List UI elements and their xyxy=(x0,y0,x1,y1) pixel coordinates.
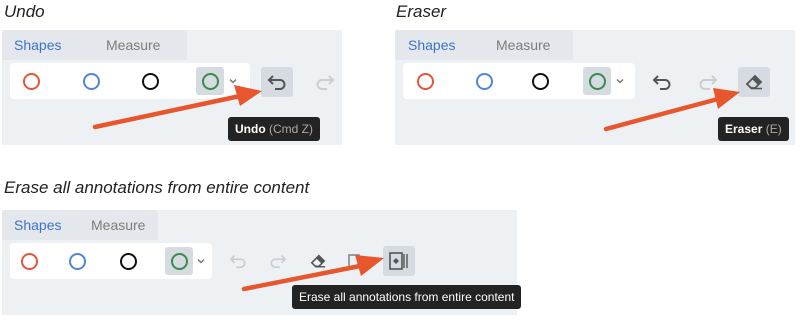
green-circle-tool[interactable] xyxy=(165,247,193,275)
black-circle-tool[interactable] xyxy=(114,247,142,275)
green-circle-tool-icon xyxy=(170,252,188,270)
red-circle-tool-icon xyxy=(20,252,38,270)
caption-undo: Undo xyxy=(4,2,45,21)
red-circle-tool[interactable] xyxy=(15,247,43,275)
tooltip-erase-all: Erase all annotations from entire conten… xyxy=(292,285,522,309)
red-circle-tool[interactable] xyxy=(17,67,45,95)
blue-circle-tool-icon xyxy=(475,72,493,90)
blue-circle-tool[interactable] xyxy=(470,67,498,95)
tab-measure[interactable]: Measure xyxy=(83,210,153,240)
chevron-down-icon xyxy=(197,258,205,264)
redo-button[interactable] xyxy=(264,247,292,275)
color-dropdown[interactable] xyxy=(224,67,242,95)
redo-icon xyxy=(270,255,287,269)
green-circle-tool[interactable] xyxy=(583,67,611,95)
undo-button[interactable] xyxy=(261,67,293,97)
toolbar xyxy=(10,63,250,99)
tooltip-eraser: Eraser (E) xyxy=(718,117,789,141)
green-circle-tool[interactable] xyxy=(196,67,224,95)
redo-button[interactable] xyxy=(693,67,723,97)
color-dropdown[interactable] xyxy=(611,67,629,95)
red-circle-tool[interactable] xyxy=(411,67,439,95)
tooltip-label: Erase all annotations from entire conten… xyxy=(299,290,515,304)
chevron-down-icon xyxy=(616,78,624,84)
undo-button[interactable] xyxy=(224,247,252,275)
tab-shapes[interactable]: Shapes xyxy=(6,210,69,240)
annotation-panel-eraser: Shapes Measure Eraser (E) xyxy=(395,30,795,145)
tab-measure[interactable]: Measure xyxy=(98,30,168,60)
tab-bar: Shapes Measure xyxy=(2,30,187,60)
redo-icon xyxy=(316,75,335,90)
blue-circle-tool[interactable] xyxy=(63,247,91,275)
eraser-icon xyxy=(745,74,763,90)
eraser-button[interactable] xyxy=(304,247,332,275)
tooltip-shortcut: (Cmd Z) xyxy=(269,122,313,136)
black-circle-tool-icon xyxy=(119,252,137,270)
blue-circle-tool-icon xyxy=(68,252,86,270)
stamp-button[interactable] xyxy=(342,247,366,275)
tooltip-label: Undo xyxy=(235,122,266,136)
redo-button[interactable] xyxy=(310,67,340,97)
green-circle-tool-icon xyxy=(588,72,606,90)
tab-measure[interactable]: Measure xyxy=(488,30,558,60)
annotation-panel-undo: Shapes Measure Undo (Cmd Z) xyxy=(2,30,342,145)
undo-icon xyxy=(267,75,286,90)
stamp-icon xyxy=(348,254,360,268)
undo-icon xyxy=(229,255,246,269)
redo-icon xyxy=(699,75,718,90)
caption-erase-all: Erase all annotations from entire conten… xyxy=(4,178,310,197)
tooltip-shortcut: (E) xyxy=(765,122,782,136)
eraser-button[interactable] xyxy=(738,67,770,97)
black-circle-tool[interactable] xyxy=(526,67,554,95)
green-circle-tool-icon xyxy=(201,72,219,90)
undo-icon xyxy=(652,75,671,90)
red-circle-tool-icon xyxy=(416,72,434,90)
red-circle-tool-icon xyxy=(22,72,40,90)
erase-all-icon xyxy=(389,252,408,270)
erase-all-button[interactable] xyxy=(383,246,415,276)
toolbar xyxy=(403,63,635,99)
tooltip-label: Eraser xyxy=(725,122,763,136)
eraser-icon xyxy=(310,254,326,268)
toolbar xyxy=(10,243,212,279)
tooltip-undo: Undo (Cmd Z) xyxy=(228,117,320,141)
undo-button[interactable] xyxy=(647,67,677,97)
caption-eraser: Eraser xyxy=(396,2,447,21)
tab-bar: Shapes Measure xyxy=(2,210,158,240)
tab-shapes[interactable]: Shapes xyxy=(400,30,463,60)
black-circle-tool[interactable] xyxy=(136,67,164,95)
blue-circle-tool-icon xyxy=(82,72,100,90)
tab-shapes[interactable]: Shapes xyxy=(6,30,69,60)
tab-bar: Shapes Measure xyxy=(395,30,573,60)
annotation-panel-erase-all: Shapes Measure Erase all annotations fro… xyxy=(2,210,522,315)
black-circle-tool-icon xyxy=(141,72,159,90)
color-dropdown[interactable] xyxy=(192,247,210,275)
blue-circle-tool[interactable] xyxy=(77,67,105,95)
chevron-down-icon xyxy=(229,78,237,84)
black-circle-tool-icon xyxy=(531,72,549,90)
